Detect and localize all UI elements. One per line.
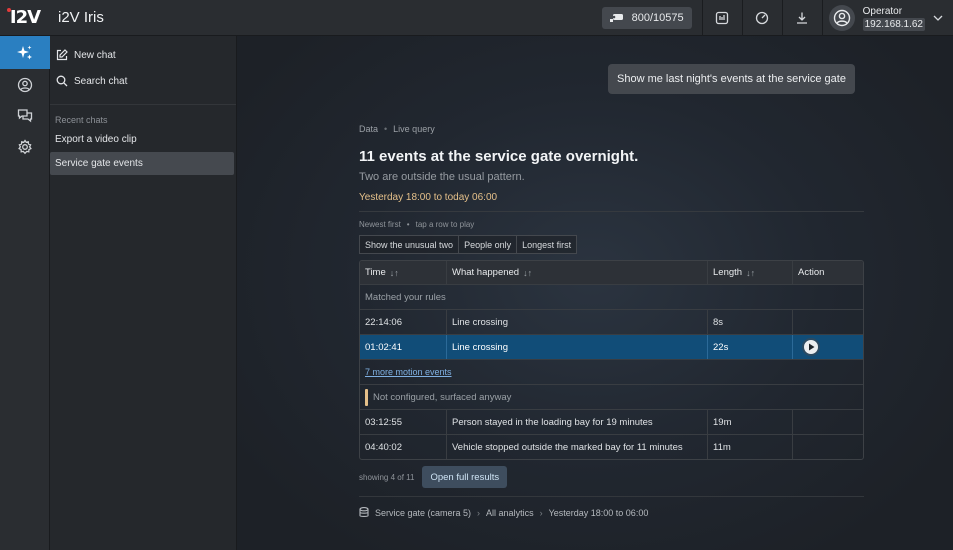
chat-item-service-gate[interactable]: Service gate events: [50, 152, 234, 175]
user-role: Operator: [862, 5, 903, 17]
showing-count: showing 4 of 11: [359, 472, 415, 482]
play-button[interactable]: [802, 338, 820, 356]
open-full-results-button[interactable]: Open full results: [422, 466, 508, 488]
download-button[interactable]: [783, 0, 822, 36]
export-report-icon: [715, 11, 729, 24]
sort-hint: tap a row to play: [415, 220, 475, 229]
rail-item-settings[interactable]: [0, 131, 50, 162]
chevron-down-icon: [933, 15, 943, 21]
rail-item-profile[interactable]: [0, 69, 50, 100]
camera-count-badge[interactable]: 800/10575: [601, 6, 692, 29]
speedometer-icon: [755, 11, 769, 24]
sort-icon: ↓↑: [523, 267, 533, 278]
group-matched-rules: Matched your rules: [360, 284, 863, 309]
results-footer: showing 4 of 11 Open full results: [359, 466, 864, 488]
export-report-button[interactable]: [703, 0, 742, 36]
gear-icon: [18, 138, 32, 154]
chat-main: Show me last night's events at the servi…: [237, 36, 953, 550]
user-menu[interactable]: Operator 192.168.1.62: [823, 0, 953, 36]
source-camera[interactable]: Service gate (camera 5): [375, 508, 471, 518]
column-length[interactable]: Length ↓↑: [707, 261, 792, 284]
new-chat-label: New chat: [74, 49, 116, 61]
filter-chips: Show the unusual two People only Longest…: [359, 235, 864, 254]
user-ip: 192.168.1.62: [862, 17, 925, 31]
chat-item-export-clip[interactable]: Export a video clip: [50, 128, 236, 151]
user-message: Show me last night's events at the servi…: [608, 64, 855, 94]
chip-unusual-two[interactable]: Show the unusual two: [359, 235, 460, 254]
table-row[interactable]: 04:40:02 Vehicle stopped outside the mar…: [360, 434, 863, 459]
sort-note: Newest first • tap a row to play: [359, 220, 475, 229]
table-header: Time ↓↑ What happened ↓↑ Length ↓↑ Action: [360, 261, 863, 284]
chip-people-only[interactable]: People only: [459, 235, 518, 254]
answer-breadcrumb: Data • Live query: [359, 124, 435, 134]
database-icon: [359, 507, 369, 518]
table-row-selected[interactable]: 01:02:41 Line crossing 22s: [360, 334, 863, 359]
sort-icon: ↓↑: [389, 267, 399, 278]
top-bar: I2V i2V Iris 800/10575 Operator 192.168.…: [0, 0, 953, 36]
crumb-live-query: Live query: [393, 124, 435, 134]
events-table: Time ↓↑ What happened ↓↑ Length ↓↑ Action M…: [359, 260, 864, 460]
table-row[interactable]: 03:12:55 Person stayed in the loading ba…: [360, 409, 863, 434]
sidebar-divider: [50, 104, 236, 105]
download-icon: [797, 12, 808, 24]
column-time[interactable]: Time ↓↑: [360, 261, 446, 284]
user-circle-icon: [17, 77, 33, 92]
chat-sidebar: New chat Search chat Recent chats Export…: [50, 36, 237, 550]
source-scope[interactable]: All analytics: [486, 508, 534, 518]
crumb-data: Data: [359, 124, 379, 134]
rail-item-chats[interactable]: [0, 100, 50, 131]
more-events-link-row: 7 more motion events: [360, 359, 863, 384]
table-row[interactable]: 22:14:06 Line crossing 8s: [360, 309, 863, 334]
assistant-answer: Data • Live query 11 events at the servi…: [359, 124, 864, 518]
column-action: Action: [792, 261, 863, 284]
play-icon: [808, 343, 814, 351]
app-logo: I2V: [0, 0, 50, 36]
group-not-configured: Not configured, surfaced anyway: [360, 384, 863, 409]
search-chat-label: Search chat: [74, 75, 128, 87]
source-breadcrumb: Service gate (camera 5) › All analytics …: [359, 507, 864, 518]
nav-rail: [0, 36, 50, 550]
search-icon: [56, 75, 68, 87]
camera-icon: [609, 13, 623, 22]
rail-item-assistant[interactable]: [0, 36, 50, 69]
camera-count: 800/10575: [631, 11, 684, 24]
search-chat-button[interactable]: Search chat: [50, 68, 236, 94]
recent-chats-heading: Recent chats: [55, 115, 108, 125]
warning-bar: [365, 388, 368, 406]
chat-bubbles-icon: [17, 108, 33, 122]
source-range[interactable]: Yesterday 18:00 to 06:00: [549, 508, 649, 518]
app-title: i2V Iris: [58, 9, 104, 26]
more-events-link[interactable]: 7 more motion events: [360, 360, 863, 384]
sparkle-icon: [17, 45, 32, 59]
answer-headline: 11 events at the service gate overnight.: [359, 148, 639, 165]
time-range: Yesterday 18:00 to today 06:00: [359, 192, 498, 203]
edit-icon: [56, 49, 68, 61]
answer-subline: Two are outside the usual pattern.: [359, 171, 525, 183]
performance-button[interactable]: [743, 0, 782, 36]
sort-order: Newest first: [359, 220, 401, 229]
chip-longest-first[interactable]: Longest first: [517, 235, 578, 254]
column-what[interactable]: What happened ↓↑: [446, 261, 707, 284]
sort-icon: ↓↑: [746, 267, 756, 278]
new-chat-button[interactable]: New chat: [50, 42, 236, 68]
user-avatar-icon: [828, 4, 855, 31]
